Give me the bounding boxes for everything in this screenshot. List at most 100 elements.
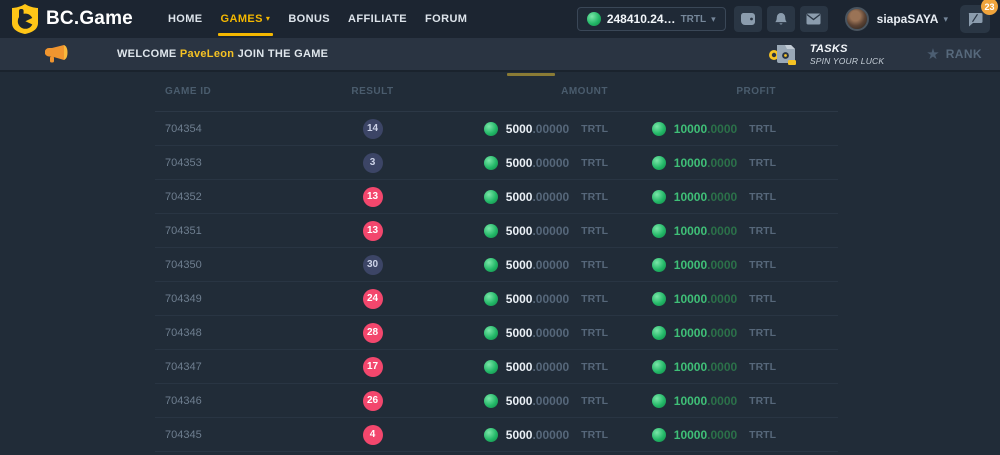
coin-icon	[587, 12, 601, 26]
table-row[interactable]: 704348 28 5000.00000 TRTL 10000.0000 TRT…	[155, 316, 838, 350]
megaphone-icon	[45, 44, 69, 64]
tasks-subtitle: SPIN YOUR LUCK	[810, 56, 884, 66]
result-badge: 13	[363, 221, 383, 241]
table-body: 704354 14 5000.00000 TRTL 10000.0000 TRT…	[155, 112, 838, 452]
currency-label: TRTL	[581, 191, 608, 203]
coin-icon	[484, 360, 498, 374]
table-header-row: GAME ID RESULT AMOUNT PROFIT	[155, 72, 838, 112]
top-bar-right: 248410.24… TRTL ▾	[577, 5, 990, 33]
nav-item-home[interactable]: HOME	[159, 0, 212, 38]
game-id-cell: 704349	[155, 293, 310, 305]
currency-label: TRTL	[581, 361, 608, 373]
result-badge: 24	[363, 289, 383, 309]
chat-icon	[967, 12, 983, 27]
column-header-profit: PROFIT	[736, 86, 838, 97]
nav-item-affiliate[interactable]: AFFILIATE	[339, 0, 416, 38]
table-row[interactable]: 704351 13 5000.00000 TRTL 10000.0000 TRT…	[155, 214, 838, 248]
nav-item-games[interactable]: GAMES▾	[212, 0, 280, 38]
announcement-text[interactable]: WELCOME PaveLeon JOIN THE GAME	[117, 48, 328, 60]
result-badge: 28	[363, 323, 383, 343]
announcement-username: PaveLeon	[180, 48, 234, 60]
messages-button[interactable]	[800, 6, 828, 32]
amount-cell: 5000.00000 TRTL	[435, 292, 608, 306]
coin-icon	[484, 190, 498, 204]
wallet-button[interactable]	[734, 6, 762, 32]
amount-cell: 5000.00000 TRTL	[435, 156, 608, 170]
currency-label: TRTL	[749, 191, 776, 203]
result-badge: 26	[363, 391, 383, 411]
amount-cell: 5000.00000 TRTL	[435, 224, 608, 238]
currency-label: TRTL	[581, 395, 608, 407]
coin-icon	[652, 360, 666, 374]
table-row[interactable]: 704350 30 5000.00000 TRTL 10000.0000 TRT…	[155, 248, 838, 282]
user-menu[interactable]: siapaSAYA ▾	[845, 7, 948, 31]
result-badge: 14	[363, 119, 383, 139]
balance-selector[interactable]: 248410.24… TRTL ▾	[577, 7, 726, 31]
coin-icon	[484, 156, 498, 170]
currency-label: TRTL	[581, 123, 608, 135]
result-badge: 17	[363, 357, 383, 377]
currency-label: TRTL	[749, 395, 776, 407]
profit-cell: 10000.0000 TRTL	[608, 360, 838, 374]
amount-cell: 5000.00000 TRTL	[435, 428, 608, 442]
wallet-icon	[740, 12, 756, 26]
coin-icon	[652, 122, 666, 136]
chat-unread-badge: 23	[981, 0, 998, 15]
announcement-bar-right: TASKS SPIN YOUR LUCK ★ RANK	[768, 41, 982, 67]
nav-item-forum[interactable]: FORUM	[416, 0, 476, 38]
result-badge: 13	[363, 187, 383, 207]
amount-cell: 5000.00000 TRTL	[435, 326, 608, 340]
table-row[interactable]: 704346 26 5000.00000 TRTL 10000.0000 TRT…	[155, 384, 838, 418]
currency-label: TRTL	[749, 259, 776, 271]
profit-cell: 10000.0000 TRTL	[608, 428, 838, 442]
username: siapaSAYA	[877, 12, 939, 26]
tasks-box-icon	[768, 41, 802, 67]
tasks-title: TASKS	[810, 43, 884, 55]
rank-widget[interactable]: ★ RANK	[926, 45, 982, 63]
currency-label: TRTL	[581, 429, 608, 441]
result-badge: 3	[363, 153, 383, 173]
amount-cell: 5000.00000 TRTL	[435, 258, 608, 272]
coin-icon	[484, 122, 498, 136]
tasks-widget[interactable]: TASKS SPIN YOUR LUCK	[768, 41, 884, 67]
brand-logo[interactable]: BC.Game	[12, 4, 133, 34]
coin-icon	[652, 190, 666, 204]
currency-label: TRTL	[749, 327, 776, 339]
column-header-game-id: GAME ID	[155, 86, 310, 97]
bcgame-logo-icon	[12, 4, 38, 34]
table-row[interactable]: 704354 14 5000.00000 TRTL 10000.0000 TRT…	[155, 112, 838, 146]
currency-label: TRTL	[749, 293, 776, 305]
profit-cell: 10000.0000 TRTL	[608, 122, 838, 136]
profit-cell: 10000.0000 TRTL	[608, 156, 838, 170]
amount-cell: 5000.00000 TRTL	[435, 360, 608, 374]
table-row[interactable]: 704353 3 5000.00000 TRTL 10000.0000 TRTL	[155, 146, 838, 180]
game-id-cell: 704353	[155, 157, 310, 169]
tasks-label: TASKS SPIN YOUR LUCK	[810, 43, 884, 66]
balance-currency: TRTL	[681, 14, 707, 25]
coin-icon	[484, 292, 498, 306]
notifications-button[interactable]	[767, 6, 795, 32]
currency-label: TRTL	[581, 225, 608, 237]
mail-icon	[806, 13, 821, 25]
nav-item-bonus[interactable]: BONUS	[279, 0, 339, 38]
coin-icon	[652, 292, 666, 306]
table-row[interactable]: 704352 13 5000.00000 TRTL 10000.0000 TRT…	[155, 180, 838, 214]
game-id-cell: 704350	[155, 259, 310, 271]
game-id-cell: 704348	[155, 327, 310, 339]
chat-button[interactable]: 23	[960, 5, 990, 33]
balance-value: 248410.24…	[607, 12, 676, 26]
table-row[interactable]: 704349 24 5000.00000 TRTL 10000.0000 TRT…	[155, 282, 838, 316]
bell-icon	[774, 12, 788, 27]
game-id-cell: 704346	[155, 395, 310, 407]
avatar	[845, 7, 869, 31]
game-id-cell: 704351	[155, 225, 310, 237]
user-menu-caret-icon: ▾	[943, 14, 948, 25]
coin-icon	[652, 394, 666, 408]
table-row[interactable]: 704347 17 5000.00000 TRTL 10000.0000 TRT…	[155, 350, 838, 384]
coin-icon	[484, 394, 498, 408]
amount-cell: 5000.00000 TRTL	[435, 190, 608, 204]
table-row[interactable]: 704345 4 5000.00000 TRTL 10000.0000 TRTL	[155, 418, 838, 452]
active-tab-indicator[interactable]	[507, 73, 555, 76]
coin-icon	[652, 326, 666, 340]
profit-cell: 10000.0000 TRTL	[608, 292, 838, 306]
